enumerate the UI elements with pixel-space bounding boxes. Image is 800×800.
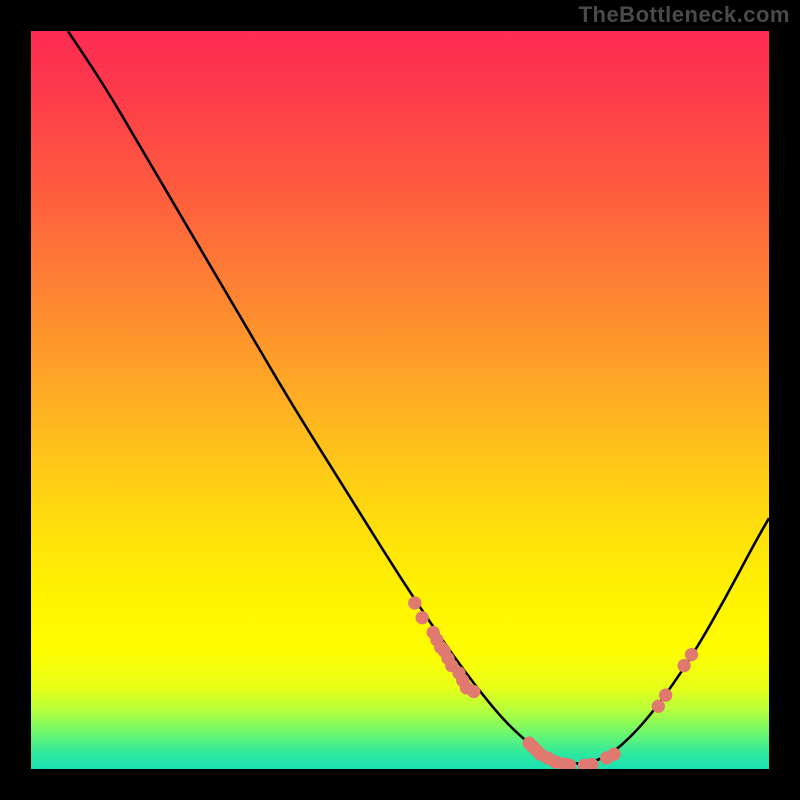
curve-point bbox=[652, 700, 665, 713]
plot-area bbox=[31, 31, 769, 769]
bottleneck-curve bbox=[68, 31, 769, 763]
curve-point bbox=[677, 659, 690, 672]
curve-point bbox=[467, 685, 480, 698]
curve-point bbox=[415, 611, 428, 624]
curve-svg bbox=[31, 31, 769, 769]
watermark-text: TheBottleneck.com bbox=[579, 2, 790, 28]
curve-points-group bbox=[408, 596, 698, 769]
curve-point bbox=[685, 648, 698, 661]
curve-point bbox=[607, 748, 620, 761]
curve-point bbox=[408, 596, 421, 609]
chart-frame: TheBottleneck.com bbox=[0, 0, 800, 800]
curve-point bbox=[659, 689, 672, 702]
